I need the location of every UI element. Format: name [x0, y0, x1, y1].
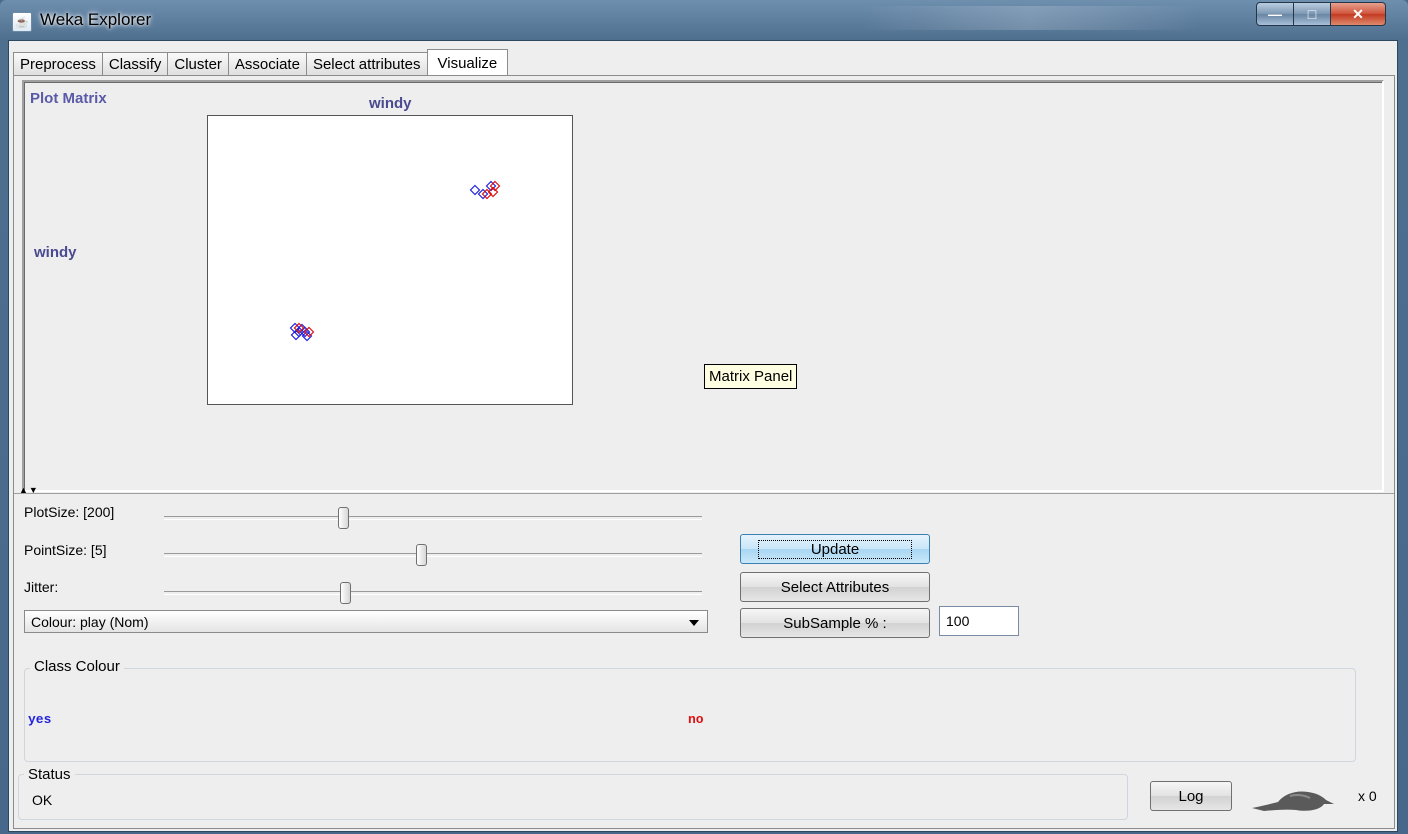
row-attribute-label: windy	[34, 244, 77, 261]
scatter-point-yes[interactable]	[469, 184, 481, 196]
scatter-plot-svg	[289, 180, 501, 342]
weka-explorer-window: ☕ Weka Explorer — □ ✕ Preprocess Classif…	[0, 0, 1408, 834]
slider-thumb[interactable]	[340, 582, 351, 604]
scatter-plot-cell[interactable]	[207, 115, 573, 405]
status-panel	[18, 774, 1128, 820]
class-colour-yes[interactable]: yes	[28, 712, 51, 727]
status-title: Status	[24, 766, 75, 783]
plot-size-row: PlotSize: [200]	[24, 504, 164, 520]
slider-track	[164, 553, 702, 557]
tab-select-attributes[interactable]: Select attributes	[305, 52, 427, 77]
subsample-input[interactable]: 100	[939, 606, 1019, 636]
java-app-icon: ☕	[12, 12, 32, 32]
subsample-button[interactable]: SubSample % :	[740, 608, 930, 638]
plot-size-label: PlotSize: [200]	[24, 504, 115, 520]
tab-strip: Preprocess Classify Cluster Associate Se…	[13, 49, 509, 77]
tab-cluster[interactable]: Cluster	[167, 52, 228, 77]
colour-select[interactable]: Colour: play (Nom)	[24, 610, 708, 633]
minimize-button[interactable]: —	[1256, 2, 1294, 26]
select-attributes-button[interactable]: Select Attributes	[740, 572, 930, 602]
slider-thumb[interactable]	[338, 507, 349, 529]
plot-size-slider[interactable]	[164, 507, 702, 529]
close-icon: ✕	[1352, 5, 1364, 22]
maximize-button[interactable]: □	[1294, 2, 1331, 26]
slider-track	[164, 516, 702, 520]
tab-associate[interactable]: Associate	[227, 52, 306, 77]
title-bar[interactable]: ☕ Weka Explorer — □ ✕	[0, 0, 1408, 40]
weka-bird-icon	[1252, 791, 1334, 811]
visualize-panel: Plot Matrix windy windy Matrix Panel ▲▼ …	[13, 75, 1395, 829]
title-bar-glass	[860, 6, 1200, 30]
explorer-client-area: Preprocess Classify Cluster Associate Se…	[8, 40, 1398, 832]
slider-thumb[interactable]	[416, 544, 427, 566]
update-button-label: Update	[757, 539, 913, 559]
point-size-row: PointSize: [5]	[24, 542, 164, 558]
matrix-panel: Plot Matrix windy windy Matrix Panel	[22, 80, 1384, 492]
jitter-row: Jitter:	[24, 579, 164, 595]
plot-matrix-title: Plot Matrix	[30, 90, 107, 107]
slider-track	[164, 591, 702, 595]
task-count: x 0	[1358, 788, 1377, 804]
window-controls: — □ ✕	[1256, 2, 1386, 26]
chevron-down-icon	[689, 620, 699, 626]
point-size-label: PointSize: [5]	[24, 542, 107, 558]
tab-preprocess[interactable]: Preprocess	[13, 52, 102, 77]
log-button[interactable]: Log	[1150, 781, 1232, 811]
class-colour-title: Class Colour	[30, 658, 124, 675]
jitter-label: Jitter:	[24, 579, 59, 595]
update-button[interactable]: Update	[740, 534, 930, 564]
point-size-slider[interactable]	[164, 544, 702, 566]
colour-select-value: Colour: play (Nom)	[31, 613, 149, 630]
tab-classify[interactable]: Classify	[101, 52, 168, 77]
close-button[interactable]: ✕	[1331, 2, 1386, 26]
status-text: OK	[32, 792, 53, 808]
window-title: Weka Explorer	[40, 10, 152, 29]
matrix-panel-tooltip: Matrix Panel	[704, 364, 798, 389]
minimize-icon: —	[1268, 6, 1282, 22]
split-pane-divider[interactable]	[14, 493, 1394, 494]
jitter-slider[interactable]	[164, 582, 702, 604]
tab-visualize[interactable]: Visualize	[426, 49, 509, 77]
column-attribute-label: windy	[369, 95, 412, 112]
class-colour-no[interactable]: no	[688, 712, 704, 727]
maximize-icon: □	[1307, 6, 1317, 22]
